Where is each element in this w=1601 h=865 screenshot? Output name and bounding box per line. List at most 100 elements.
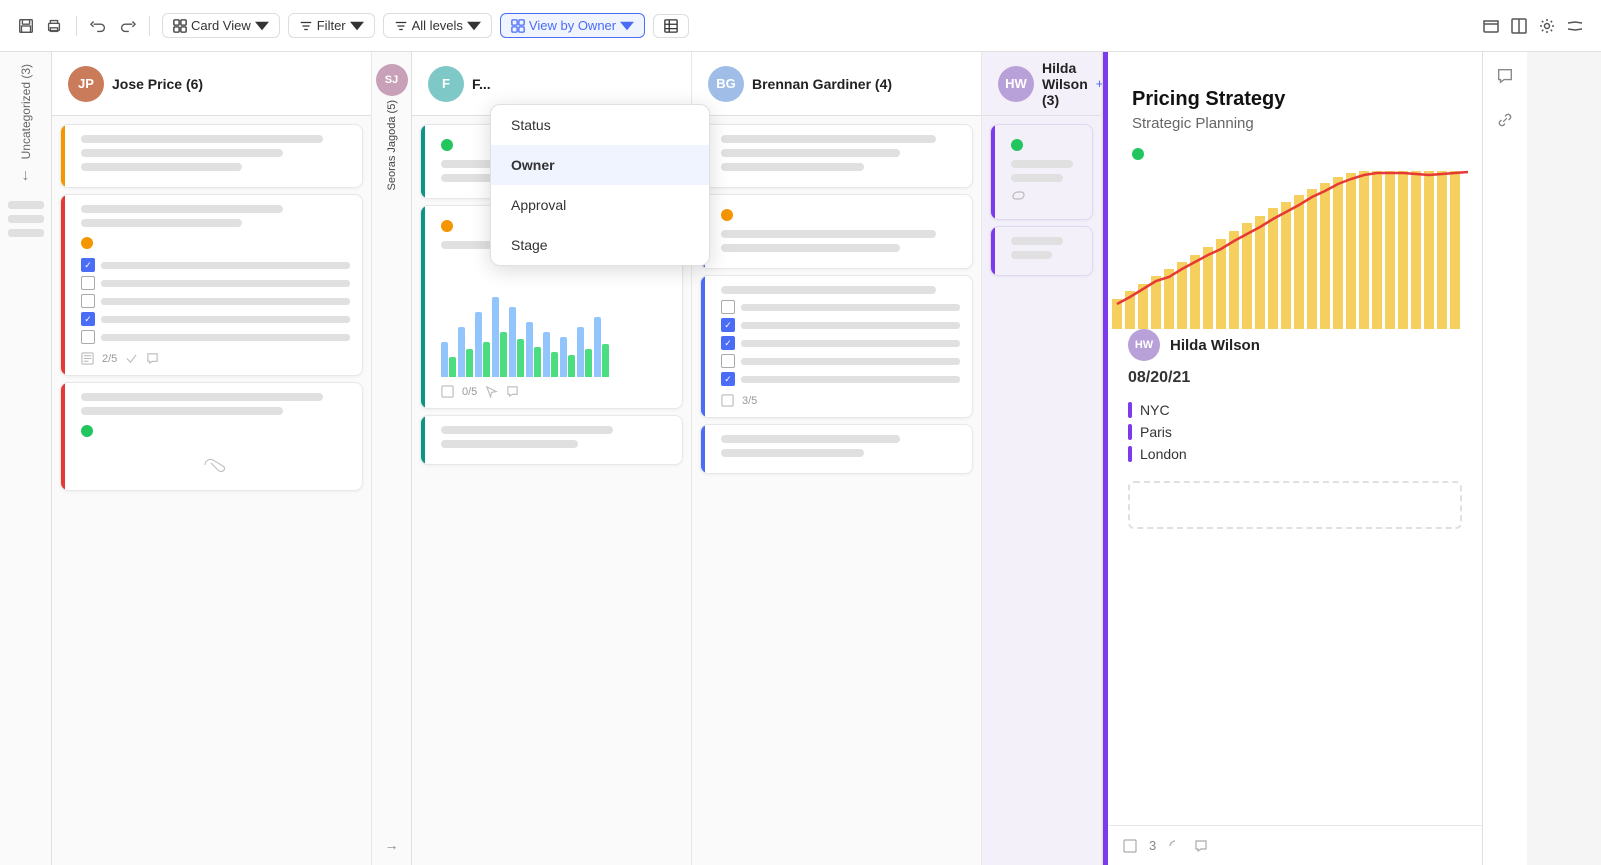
divider-1 — [76, 16, 77, 36]
card[interactable] — [700, 124, 973, 188]
cards-brennan: 3/5 — [692, 116, 981, 865]
card[interactable] — [990, 124, 1093, 220]
dropdown-item-approval[interactable]: Approval — [491, 185, 709, 225]
detail-chart — [1108, 169, 1482, 329]
card-inner — [1003, 237, 1080, 259]
seoras-name: Seoras Jagoda (5) — [386, 100, 398, 191]
card[interactable] — [700, 194, 973, 269]
undo-icon[interactable] — [89, 16, 109, 36]
card[interactable] — [700, 424, 973, 474]
card-footer-count: 2/5 — [102, 353, 117, 365]
uncategorized-label: Uncategorized (3) — [19, 64, 33, 159]
detail-owner-avatar: HW — [1128, 329, 1160, 361]
uncategorized-column: Uncategorized (3) ↓ — [0, 52, 52, 865]
settings-icon[interactable] — [1537, 16, 1557, 36]
location-bar — [1128, 402, 1132, 418]
attachment-icon — [125, 352, 138, 365]
collapse-icon[interactable] — [1565, 16, 1585, 36]
link-icon-btn[interactable] — [1489, 104, 1521, 136]
view-by-owner-button[interactable]: View by Owner — [500, 13, 645, 38]
card-accent — [421, 206, 425, 408]
card-accent — [991, 227, 995, 275]
card-inner — [713, 435, 960, 457]
detail-owner-name: Hilda Wilson — [1170, 337, 1260, 354]
status-dot — [441, 139, 453, 151]
card-inner: 2/5 — [73, 205, 350, 365]
checkbox[interactable] — [81, 312, 95, 326]
uncategorized-arrow: ↓ — [22, 167, 30, 185]
status-dot — [1011, 139, 1023, 151]
column-jose-price: JP Jose Price (6) — [52, 52, 372, 865]
column-title-brennan: Brennan Gardiner (4) — [752, 76, 892, 92]
card-accent — [421, 416, 425, 464]
card-accent — [61, 125, 65, 187]
redo-icon[interactable] — [117, 16, 137, 36]
cards-jose: 2/5 — [52, 116, 371, 865]
avatar-hilda: HW — [998, 66, 1034, 102]
card-footer-count: 3/5 — [742, 395, 757, 407]
main-content: Uncategorized (3) ↓ JP Jose Price (6) — [0, 52, 1601, 865]
column-header-hilda: HW Hilda Wilson (3) + Add — [982, 52, 1101, 116]
detail-header: Pricing Strategy Strategic Planning — [1108, 52, 1482, 169]
avatar-jose: JP — [68, 66, 104, 102]
detail-status-dot — [1132, 148, 1144, 160]
comment-icon — [146, 352, 159, 365]
unc-card-stub — [8, 215, 44, 223]
card-view-button[interactable]: Card View — [162, 13, 280, 38]
checkbox[interactable] — [721, 354, 735, 368]
divider-2 — [149, 16, 150, 36]
detail-subtitle: Strategic Planning — [1132, 115, 1462, 132]
card[interactable] — [60, 124, 363, 188]
drop-area[interactable] — [1128, 481, 1462, 529]
print-icon[interactable] — [44, 16, 64, 36]
dropdown-item-owner[interactable]: Owner — [491, 145, 709, 185]
avatar-seoras: SJ — [376, 64, 408, 96]
filter-button[interactable]: Filter — [288, 13, 375, 38]
toolbar-right — [1481, 16, 1585, 36]
card-footer-count: 0/5 — [462, 386, 477, 398]
card-accent — [701, 425, 705, 473]
detail-footer: 3 — [1103, 825, 1482, 865]
checkbox[interactable] — [721, 318, 735, 332]
expand-panel-icon[interactable] — [1509, 16, 1529, 36]
card-inner — [73, 393, 350, 480]
detail-chart-svg — [1108, 169, 1468, 329]
detail-panel: Pricing Strategy Strategic Planning — [1102, 52, 1482, 865]
save-icon[interactable] — [16, 16, 36, 36]
card[interactable] — [60, 382, 363, 491]
status-dot — [441, 220, 453, 232]
column-hilda: HW Hilda Wilson (3) + Add — [982, 52, 1102, 865]
checklist-icon — [81, 352, 94, 365]
side-icons-panel — [1482, 52, 1527, 865]
dropdown-item-status[interactable]: Status — [491, 105, 709, 145]
checkbox[interactable] — [81, 258, 95, 272]
detail-date: 08/20/21 — [1108, 369, 1482, 399]
card[interactable] — [990, 226, 1093, 276]
card-accent — [421, 125, 425, 198]
checkbox[interactable] — [81, 330, 95, 344]
seoras-expand-arrow[interactable]: → — [385, 837, 399, 853]
location-item: Paris — [1128, 421, 1462, 443]
card[interactable]: 3/5 — [700, 275, 973, 418]
checkbox[interactable] — [721, 372, 735, 386]
checkbox[interactable] — [81, 294, 95, 308]
checkbox[interactable] — [721, 336, 735, 350]
dropdown-item-stage[interactable]: Stage — [491, 225, 709, 265]
link-icon — [1496, 111, 1514, 129]
card[interactable] — [420, 415, 683, 465]
column-seoras[interactable]: SJ Seoras Jagoda (5) → — [372, 52, 412, 865]
checklist-icon — [441, 385, 454, 398]
card-accent — [701, 276, 705, 417]
minimize-icon[interactable] — [1481, 16, 1501, 36]
levels-button[interactable]: All levels — [383, 13, 492, 38]
checkbox[interactable] — [721, 300, 735, 314]
status-dot — [81, 425, 93, 437]
card[interactable]: 2/5 — [60, 194, 363, 376]
detail-footer-count: 3 — [1149, 838, 1156, 853]
attachment-footer-icon — [1168, 839, 1182, 853]
grid-view-button[interactable] — [653, 14, 689, 38]
chat-icon-btn[interactable] — [1489, 60, 1521, 92]
card-inner — [1003, 135, 1080, 209]
card-footer: 3/5 — [721, 394, 960, 407]
checkbox[interactable] — [81, 276, 95, 290]
